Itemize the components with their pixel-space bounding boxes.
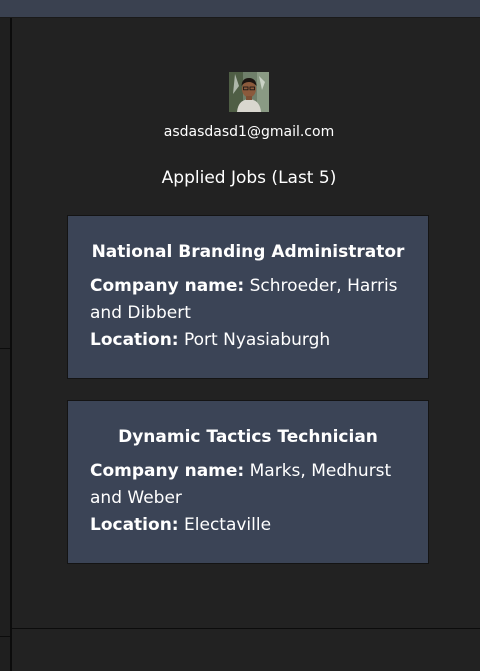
location-label: Location:: [90, 330, 179, 350]
location-line: Location: Port Nyasiaburgh: [90, 327, 406, 354]
avatar[interactable]: [229, 72, 269, 112]
company-line: Company name: Schroeder, Harris and Dibb…: [90, 273, 406, 327]
left-panel-divider: [0, 636, 10, 637]
job-card[interactable]: Dynamic Tactics Technician Company name:…: [67, 400, 429, 564]
user-photo-icon: [229, 72, 269, 112]
location-value: Electaville: [184, 515, 272, 535]
location-line: Location: Electaville: [90, 512, 406, 539]
company-line: Company name: Marks, Medhurst and Weber: [90, 458, 406, 512]
company-label: Company name:: [90, 461, 245, 481]
profile-panel: asdasdasd1@gmail.com Applied Jobs (Last …: [12, 18, 480, 628]
job-card[interactable]: National Branding Administrator Company …: [67, 215, 429, 379]
left-panel-edge: [0, 18, 12, 671]
company-label: Company name:: [90, 276, 245, 296]
location-label: Location:: [90, 515, 179, 535]
top-navbar: [0, 0, 480, 18]
location-value: Port Nyasiaburgh: [184, 330, 331, 350]
user-email: asdasdasd1@gmail.com: [163, 124, 335, 140]
left-panel-divider: [0, 348, 10, 349]
job-details: Company name: Marks, Medhurst and Weber …: [90, 458, 406, 539]
panel-bottom-divider: [12, 628, 480, 629]
job-title: Dynamic Tactics Technician: [118, 427, 378, 447]
job-title: National Branding Administrator: [91, 242, 405, 262]
job-details: Company name: Schroeder, Harris and Dibb…: [90, 273, 406, 354]
applied-jobs-heading: Applied Jobs (Last 5): [161, 168, 337, 188]
